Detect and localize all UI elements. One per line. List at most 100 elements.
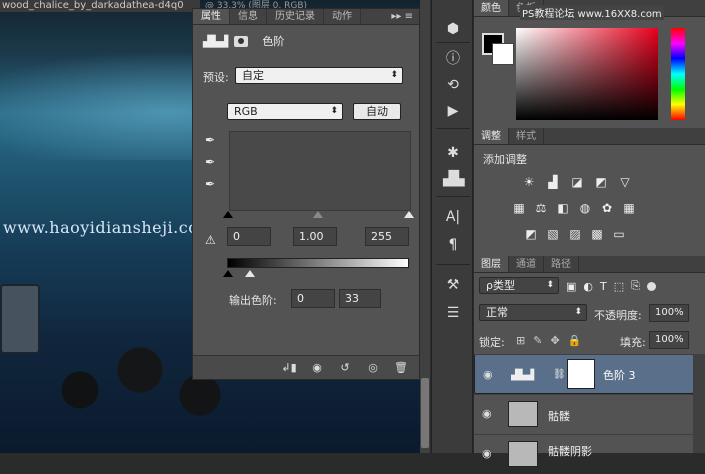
black-eyedropper-icon[interactable]: ✒ bbox=[205, 133, 219, 147]
photo-filter-icon[interactable]: ◍ bbox=[576, 200, 594, 216]
pixel-filter-icon[interactable]: ▣ bbox=[566, 280, 576, 293]
brush-settings-icon[interactable]: ✱ bbox=[443, 144, 463, 162]
input-gamma-field[interactable]: 1.00 bbox=[293, 227, 337, 246]
tool-presets-icon[interactable]: ⚒ bbox=[443, 276, 463, 294]
input-white-slider[interactable] bbox=[404, 211, 414, 218]
selective-color-icon[interactable]: ▩ bbox=[588, 226, 606, 242]
properties-icon[interactable]: ☰ bbox=[443, 304, 463, 322]
watermark-top-text: PS教程论坛 www.16XX8.com bbox=[520, 5, 664, 20]
character-icon[interactable]: A| bbox=[443, 208, 463, 226]
play-icon[interactable]: ▶ bbox=[443, 102, 463, 120]
tab-styles[interactable]: 样式 bbox=[509, 128, 544, 144]
channel-mixer-icon[interactable]: ✿ bbox=[598, 200, 616, 216]
levels-adj-icon[interactable]: ▟ bbox=[544, 174, 562, 190]
reset-icon[interactable]: ↺ bbox=[337, 361, 353, 375]
color-lookup-icon[interactable]: ▦ bbox=[620, 200, 638, 216]
watermark-text: www.haoyidiansheji.com bbox=[3, 218, 215, 237]
tab-history[interactable]: 历史记录 bbox=[267, 9, 324, 24]
hue-slider[interactable] bbox=[671, 28, 685, 120]
black-white-icon[interactable]: ◧ bbox=[554, 200, 572, 216]
exposure-icon[interactable]: ◩ bbox=[592, 174, 610, 190]
link-icon[interactable]: ⛓ bbox=[553, 367, 566, 382]
smart-object-filter-icon[interactable]: ⎘ bbox=[631, 279, 640, 293]
lock-pixels-icon[interactable]: ✎ bbox=[533, 334, 542, 347]
output-black-field[interactable]: 0 bbox=[291, 289, 335, 308]
type-filter-icon[interactable]: T bbox=[600, 280, 607, 293]
vibrance-icon[interactable]: ▽ bbox=[616, 174, 634, 190]
levels-layer-icon: ▟▙▟ bbox=[511, 370, 535, 381]
properties-header: ▟▙▟ 色阶 bbox=[203, 33, 284, 49]
fill-field[interactable]: 100% bbox=[649, 331, 689, 349]
lock-all-icon[interactable]: 🔒 bbox=[568, 334, 582, 347]
eye-icon[interactable]: ◉ bbox=[482, 407, 492, 420]
levels-icon[interactable]: ▟▙ bbox=[443, 170, 465, 188]
tab-color[interactable]: 颜色 bbox=[474, 0, 509, 16]
paragraph-icon[interactable]: ¶ bbox=[443, 236, 463, 254]
curves-icon[interactable]: ◪ bbox=[568, 174, 586, 190]
adjustment-filter-icon[interactable]: ◐ bbox=[583, 280, 593, 293]
tab-channels[interactable]: 通道 bbox=[509, 256, 544, 272]
layer-name[interactable]: 色阶 3 bbox=[603, 368, 636, 383]
shape-filter-icon[interactable]: ⬚ bbox=[614, 280, 624, 293]
layer-filter-select[interactable]: ρ类型 ⬍ bbox=[479, 277, 559, 294]
tab-info[interactable]: 信息 bbox=[230, 9, 267, 24]
layer-name[interactable]: 骷髅阴影 bbox=[548, 443, 592, 459]
tab-adjustments[interactable]: 调整 bbox=[474, 128, 509, 144]
color-balance-icon[interactable]: ⚖ bbox=[532, 200, 550, 216]
canvas-vertical-scrollbar[interactable] bbox=[420, 0, 430, 453]
clipping-warning-icon[interactable]: ⚠ bbox=[205, 233, 219, 247]
output-black-slider[interactable] bbox=[223, 270, 233, 277]
white-eyedropper-icon[interactable]: ✒ bbox=[205, 177, 219, 191]
hue-saturation-icon[interactable]: ▦ bbox=[510, 200, 528, 216]
background-color-swatch[interactable] bbox=[492, 43, 514, 65]
tab-actions[interactable]: 动作 bbox=[324, 9, 361, 24]
scrollbar-thumb[interactable] bbox=[421, 378, 429, 448]
input-gamma-slider[interactable] bbox=[313, 211, 323, 218]
opacity-field[interactable]: 100% bbox=[649, 304, 689, 322]
lock-transparent-icon[interactable]: ⊞ bbox=[516, 334, 525, 347]
blend-mode-select[interactable]: 正常 ⬍ bbox=[479, 304, 587, 321]
brightness-icon[interactable]: ☀ bbox=[520, 174, 538, 190]
layer-row[interactable]: ◉ ▟▙▟ ⛓ 色阶 3 bbox=[474, 354, 694, 394]
posterize-icon[interactable]: ▧ bbox=[544, 226, 562, 242]
info-icon[interactable]: ⓘ bbox=[443, 50, 463, 68]
right-dock: 颜色 色板 调整 样式 添加调整 ☀ ▟ ◪ ◩ ▽ ▦ ⚖ ◧ ◍ ✿ ▦ ◩… bbox=[474, 0, 705, 467]
chevron-updown-icon: ⬍ bbox=[390, 70, 398, 80]
input-black-field[interactable]: 0 bbox=[227, 227, 271, 246]
output-white-slider[interactable] bbox=[245, 270, 255, 277]
channel-select[interactable]: RGB ⬍ bbox=[227, 103, 343, 120]
lock-position-icon[interactable]: ✥ bbox=[550, 334, 559, 347]
3d-cube-icon[interactable]: ⬢ bbox=[443, 20, 463, 38]
trash-icon[interactable]: 🗑 bbox=[393, 361, 409, 375]
history-icon[interactable]: ⟲ bbox=[443, 76, 463, 94]
layer-row[interactable]: ◉ 骷髅阴影 bbox=[474, 434, 694, 474]
eye-icon[interactable]: ◉ bbox=[483, 367, 493, 382]
layers-scrollbar[interactable] bbox=[693, 354, 705, 453]
gray-eyedropper-icon[interactable]: ✒ bbox=[205, 155, 219, 169]
color-field[interactable] bbox=[516, 28, 658, 120]
output-white-field[interactable]: 33 bbox=[339, 289, 381, 308]
panel-flyout-menu[interactable]: ▸▸ ≡ bbox=[391, 11, 413, 22]
clip-to-layer-icon[interactable]: ↲▮ bbox=[281, 361, 297, 375]
tab-layers[interactable]: 图层 bbox=[474, 256, 509, 272]
input-white-field[interactable]: 255 bbox=[365, 227, 409, 246]
preset-select[interactable]: 自定 ⬍ bbox=[235, 67, 403, 84]
view-previous-state-icon[interactable]: ◉ bbox=[309, 361, 325, 375]
adjustment-title: 色阶 bbox=[262, 35, 285, 48]
visibility-icon[interactable]: ◎ bbox=[365, 361, 381, 375]
divider bbox=[436, 196, 470, 197]
auto-button[interactable]: 自动 bbox=[353, 103, 401, 120]
eye-icon[interactable]: ◉ bbox=[482, 447, 492, 460]
filter-toggle-icon[interactable] bbox=[646, 281, 656, 291]
layer-row[interactable]: ◉ 骷髅 bbox=[474, 394, 694, 434]
document-tab[interactable]: wood_chalice_by_darkadathea-d4q0 bbox=[0, 0, 200, 12]
input-black-slider[interactable] bbox=[223, 211, 233, 218]
tab-properties[interactable]: 属性 bbox=[193, 9, 230, 24]
threshold-icon[interactable]: ▨ bbox=[566, 226, 584, 242]
layer-mask-thumbnail[interactable] bbox=[567, 359, 595, 389]
tab-paths[interactable]: 路径 bbox=[544, 256, 579, 272]
invert-icon[interactable]: ◩ bbox=[522, 226, 540, 242]
mask-icon[interactable] bbox=[234, 35, 249, 47]
gradient-map-icon[interactable]: ▭ bbox=[610, 226, 628, 242]
layer-name[interactable]: 骷髅 bbox=[548, 408, 570, 424]
